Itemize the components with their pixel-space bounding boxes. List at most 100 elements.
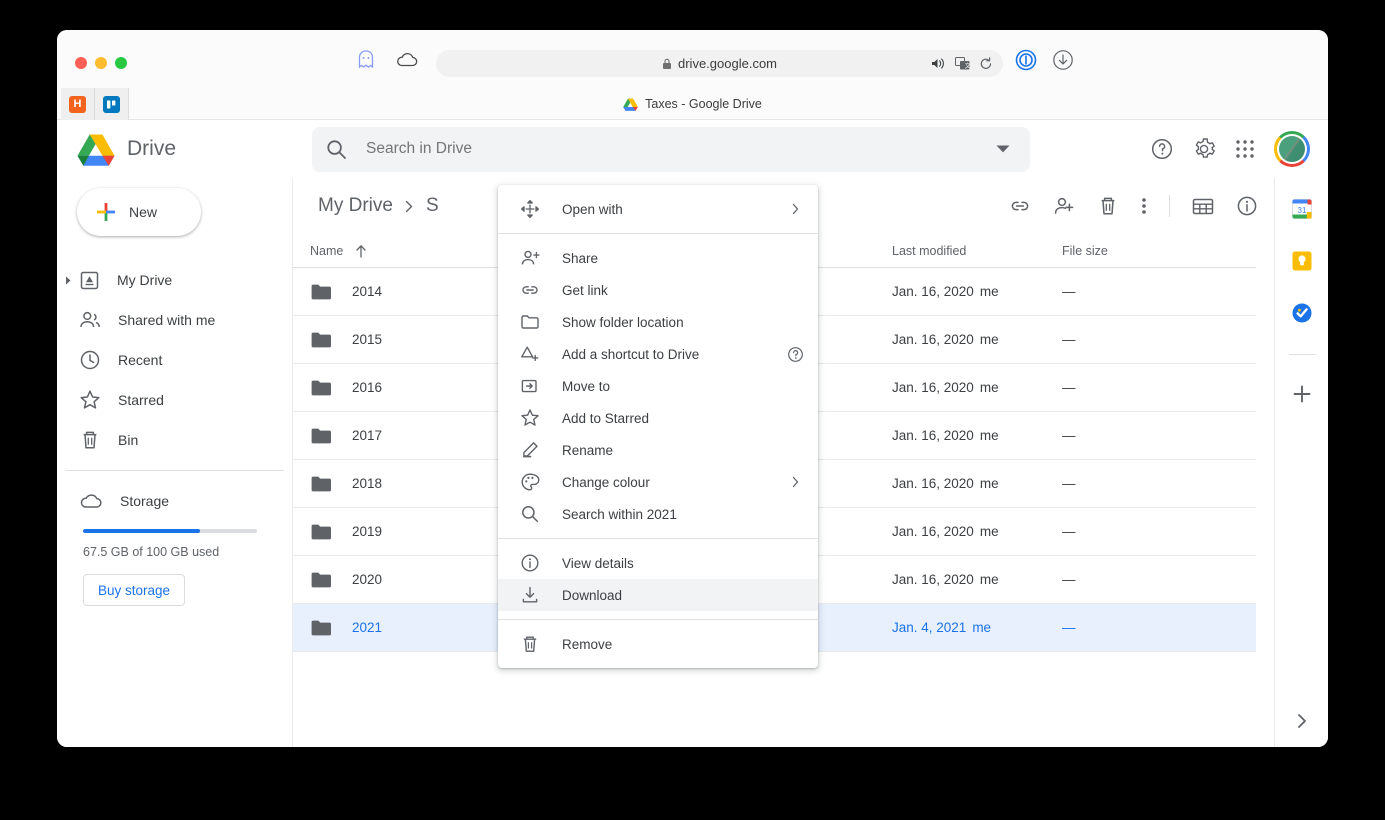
menu-item-search-within-2021[interactable]: Search within 2021: [498, 498, 818, 530]
menu-item-add-to-starred[interactable]: Add to Starred: [498, 402, 818, 434]
apps-grid-icon[interactable]: [1234, 138, 1256, 160]
folder-icon: [310, 427, 332, 445]
file-name: 2017: [352, 428, 383, 443]
google-tasks-icon[interactable]: [1291, 302, 1313, 324]
speaker-icon[interactable]: [931, 57, 946, 70]
grid-view-icon[interactable]: [1192, 197, 1214, 216]
search-options-icon[interactable]: [996, 145, 1010, 153]
menu-item-label: Download: [562, 587, 623, 603]
menu-item-label: Remove: [562, 636, 613, 652]
menu-separator: [498, 538, 818, 539]
help-icon[interactable]: [1150, 137, 1174, 161]
link-icon: [520, 280, 540, 300]
add-person-icon[interactable]: [1053, 195, 1075, 217]
folder-icon: [310, 475, 332, 493]
close-window-button[interactable]: [75, 57, 87, 69]
people-icon: [79, 309, 101, 331]
search-icon: [326, 139, 347, 160]
column-header-last-modified[interactable]: Last modified: [892, 244, 1062, 258]
drive-brand[interactable]: Drive: [77, 133, 312, 166]
maximize-window-button[interactable]: [115, 57, 127, 69]
trash-icon: [520, 634, 540, 654]
column-header-file-size[interactable]: File size: [1062, 244, 1182, 258]
menu-item-share[interactable]: Share: [498, 242, 818, 274]
sidebar-item-my-drive[interactable]: My Drive: [57, 260, 292, 300]
sidebar-item-starred[interactable]: Starred: [57, 380, 292, 420]
add-app-icon[interactable]: [1291, 383, 1313, 405]
buy-storage-button[interactable]: Buy storage: [83, 574, 186, 606]
address-bar[interactable]: drive.google.com 文: [436, 50, 1003, 77]
download-icon[interactable]: [1052, 49, 1074, 71]
desktop-background: drive.google.com 文 H Taxes - Google Driv…: [0, 0, 1385, 820]
breadcrumb-current[interactable]: S: [426, 195, 439, 217]
menu-item-rename[interactable]: Rename: [498, 434, 818, 466]
active-tab[interactable]: Taxes - Google Drive: [57, 88, 1328, 120]
menu-item-label: Add to Starred: [562, 410, 650, 426]
search-input[interactable]: [366, 140, 926, 158]
minimize-window-button[interactable]: [95, 57, 107, 69]
storage-label: Storage: [120, 493, 170, 509]
folder-icon: [310, 331, 332, 349]
modified-by: me: [979, 428, 999, 443]
gear-icon[interactable]: [1192, 137, 1216, 161]
svg-text:文: 文: [965, 62, 970, 70]
help-icon[interactable]: [786, 346, 804, 363]
google-calendar-icon[interactable]: 31: [1291, 198, 1313, 220]
link-icon[interactable]: [1009, 195, 1031, 217]
menu-item-label: Open with: [562, 201, 623, 217]
reload-icon[interactable]: [979, 56, 993, 71]
cell-file-size: —: [1062, 380, 1076, 395]
file-name: 2021: [352, 620, 383, 635]
cell-last-modified: Jan. 16, 2020 me: [892, 284, 1062, 299]
menu-item-add-a-shortcut-to-drive[interactable]: Add a shortcut to Drive: [498, 338, 818, 370]
context-menu: Open with Share Get link Show folder locati…: [498, 185, 818, 668]
menu-item-label: Get link: [562, 282, 608, 298]
cloud-icon[interactable]: [395, 51, 419, 69]
side-apps-rail: 31: [1274, 178, 1328, 747]
menu-item-show-folder-location[interactable]: Show folder location: [498, 306, 818, 338]
menu-item-change-colour[interactable]: Change colour: [498, 466, 818, 498]
menu-item-open-with[interactable]: Open with: [498, 193, 818, 225]
url-text: drive.google.com: [678, 56, 777, 71]
avatar[interactable]: [1274, 131, 1310, 167]
browser-action-icons: [1015, 49, 1074, 71]
menu-item-download[interactable]: Download: [498, 579, 818, 611]
google-keep-icon[interactable]: [1291, 250, 1313, 272]
menu-item-move-to[interactable]: Move to: [498, 370, 818, 402]
search-bar[interactable]: [312, 126, 1030, 172]
sidebar-item-bin[interactable]: Bin: [57, 420, 292, 460]
breadcrumb-root[interactable]: My Drive: [318, 195, 393, 217]
sidebar-item-storage[interactable]: Storage: [57, 481, 292, 521]
chevron-right-icon: [404, 200, 415, 213]
menu-item-get-link[interactable]: Get link: [498, 274, 818, 306]
more-vert-icon[interactable]: [1141, 195, 1147, 217]
sidebar-item-shared-with-me[interactable]: Shared with me: [57, 300, 292, 340]
drive-header: Drive: [57, 120, 1328, 178]
chevron-right-icon[interactable]: [64, 276, 76, 285]
pencil-icon: [520, 440, 540, 460]
translate-icon[interactable]: 文: [955, 57, 970, 70]
folder-icon: [310, 619, 332, 637]
expand-rail-icon[interactable]: [1295, 713, 1309, 729]
sidebar: New My Drive Shared with me Recent Starr…: [57, 178, 292, 747]
avatar-image: [1279, 136, 1305, 162]
sidebar-item-recent[interactable]: Recent: [57, 340, 292, 380]
cell-last-modified: Jan. 16, 2020 me: [892, 428, 1062, 443]
menu-item-label: Search within 2021: [562, 506, 677, 522]
ghostery-icon[interactable]: [357, 50, 375, 70]
cell-file-size: —: [1062, 332, 1076, 347]
cell-last-modified: Jan. 16, 2020 me: [892, 332, 1062, 347]
cloud-icon: [79, 492, 103, 511]
modified-date: Jan. 16, 2020: [892, 380, 974, 395]
toolbar-actions: [1009, 178, 1258, 234]
chevron-right-icon: [786, 203, 804, 215]
trash-icon[interactable]: [1097, 195, 1119, 217]
menu-item-view-details[interactable]: View details: [498, 547, 818, 579]
menu-item-remove[interactable]: Remove: [498, 628, 818, 660]
sidebar-item-label: Shared with me: [118, 312, 216, 328]
new-button[interactable]: New: [77, 188, 201, 236]
sidebar-item-label: Bin: [118, 432, 139, 448]
onepassword-icon[interactable]: [1015, 49, 1037, 71]
info-icon[interactable]: [1236, 195, 1258, 217]
folder-icon: [520, 312, 540, 332]
